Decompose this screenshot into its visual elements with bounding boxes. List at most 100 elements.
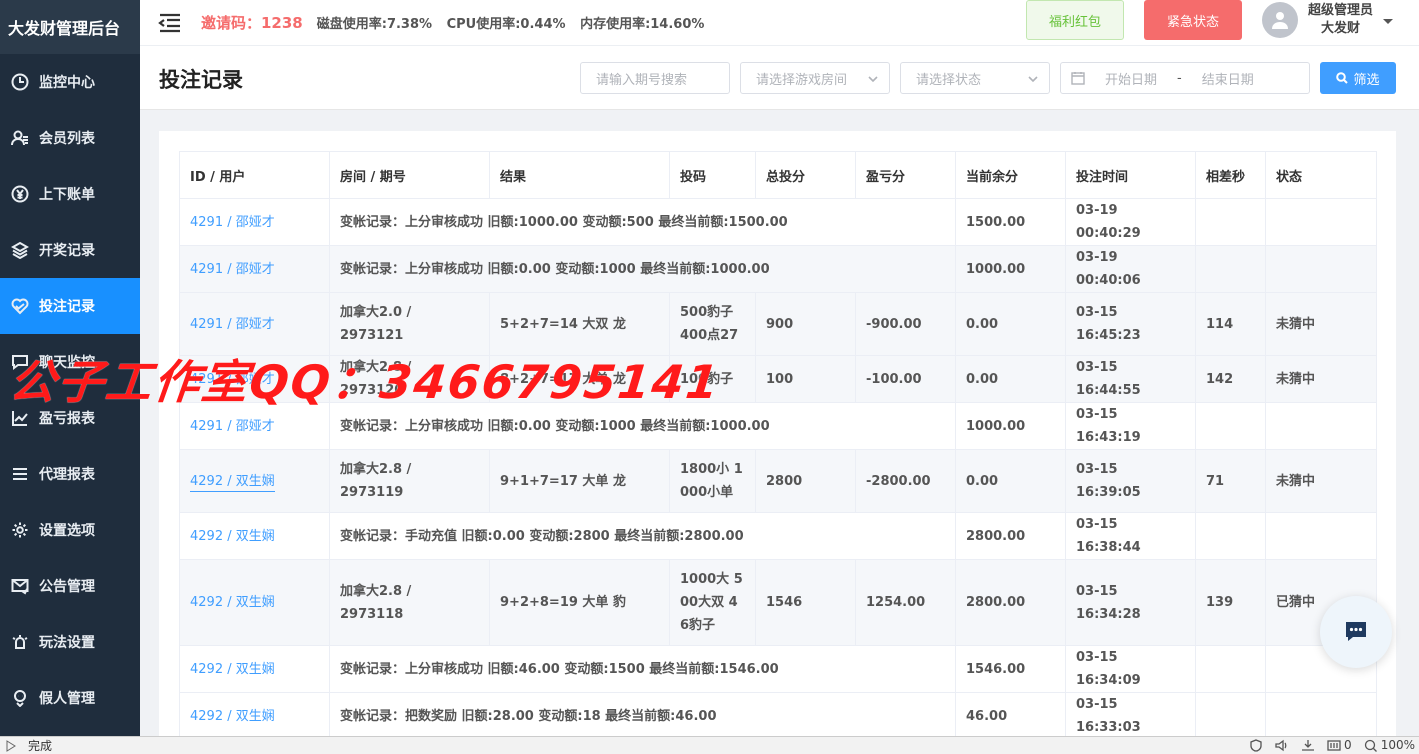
user-cell: 4292 / 双生娴 xyxy=(179,645,330,693)
sidebar-item-4[interactable]: 投注记录 xyxy=(0,278,140,334)
sidebar-item-label: 会员列表 xyxy=(39,131,95,147)
red-packet-button[interactable]: 福利红包 xyxy=(1026,0,1124,40)
yen-icon xyxy=(10,184,30,204)
balance-cell: 0.00 xyxy=(955,292,1066,356)
period-search-input[interactable]: 请输入期号搜索 xyxy=(580,62,730,94)
user-info: 超级管理员 大发财 xyxy=(1308,2,1373,38)
status-select[interactable]: 请选择状态 xyxy=(900,62,1050,94)
zoom-icon xyxy=(1364,739,1377,752)
room-cell: 加拿大2.8 / 2973119 xyxy=(329,449,490,513)
caret-down-icon xyxy=(1383,15,1394,25)
title-bar: 投注记录 请输入期号搜索 请选择游戏房间 请选择状态 开始日期 - 结束日期 筛… xyxy=(140,46,1419,110)
user-link[interactable]: 4292 / 双生娴 xyxy=(190,709,275,724)
user-menu[interactable]: 超级管理员 大发财 xyxy=(1262,0,1394,40)
sidebar-item-7[interactable]: 代理报表 xyxy=(0,446,140,502)
person-icon xyxy=(10,688,30,708)
chevron-down-icon xyxy=(867,73,879,85)
room-cell: 加拿大2.8 / 2973118 xyxy=(329,559,490,646)
cpu-usage: CPU使用率:0.44% xyxy=(446,17,566,32)
bet-time-cell: 03-15 16:45:23 xyxy=(1065,292,1196,356)
table-row: 4292 / 双生娴 加拿大2.8 / 2973119 9+1+7=17 大单 龙1… xyxy=(179,449,1377,513)
end-date-field[interactable]: 结束日期 xyxy=(1202,69,1254,88)
bet-time-cell: 03-15 16:34:09 xyxy=(1065,645,1196,693)
emergency-button[interactable]: 紧急状态 xyxy=(1144,0,1242,40)
balance-cell: 0.00 xyxy=(955,449,1066,513)
user-link[interactable]: 4291 / 邵娅才 xyxy=(190,419,275,434)
balance-cell: 2800.00 xyxy=(955,559,1066,646)
balance-cell: 0.00 xyxy=(955,355,1066,403)
user-link[interactable]: 4291 / 邵娅才 xyxy=(190,317,275,332)
filter-button-label: 筛选 xyxy=(1353,72,1380,88)
date-range-picker[interactable]: 开始日期 - 结束日期 xyxy=(1060,62,1310,94)
browser-status-bar: 完成 0 100% xyxy=(0,736,1419,754)
speaker-icon xyxy=(1275,739,1287,751)
profit-cell: -2800.00 xyxy=(855,449,956,513)
sidebar-item-label: 投注记录 xyxy=(39,299,95,315)
balance-cell: 2800.00 xyxy=(955,512,1066,560)
shield-icon xyxy=(1250,738,1262,752)
bet-time-cell: 03-15 16:33:03 xyxy=(1065,692,1196,736)
menu-toggle-icon[interactable] xyxy=(158,13,182,33)
diff-seconds-cell: 139 xyxy=(1195,559,1266,646)
sidebar-item-10[interactable]: 玩法设置 xyxy=(0,614,140,670)
user-link[interactable]: 4291 / 邵娅才 xyxy=(190,215,275,230)
status-cell: 未猜中 xyxy=(1265,449,1377,513)
sidebar-item-11[interactable]: 假人管理 xyxy=(0,670,140,726)
change-note-cell: 变帐记录：上分审核成功 旧额:1000.00 变动额:500 最终当前额:150… xyxy=(329,198,956,246)
blocked-icon xyxy=(1327,739,1341,751)
sidebar-item-2[interactable]: 上下账单 xyxy=(0,166,140,222)
column-header: 投码 xyxy=(669,151,756,199)
column-header: ID / 用户 xyxy=(179,151,330,199)
chevron-down-icon xyxy=(1027,73,1039,85)
profit-cell: -900.00 xyxy=(855,292,956,356)
column-header: 当前余分 xyxy=(955,151,1066,199)
layers-icon xyxy=(10,240,30,260)
filter-button[interactable]: 筛选 xyxy=(1320,62,1396,94)
user-link[interactable]: 4292 / 双生娴 xyxy=(190,473,275,492)
user-cell: 4292 / 双生娴 xyxy=(179,512,330,560)
sidebar-item-1[interactable]: 会员列表 xyxy=(0,110,140,166)
diff-seconds-cell xyxy=(1195,645,1266,693)
status-cell xyxy=(1265,692,1377,736)
records-card: ID / 用户 房间 / 期号 结果 投码 总投分 盈亏分 当前余分 投注时间 相差秒 状态 42… xyxy=(159,131,1396,736)
system-stats: 磁盘使用率:7.38% CPU使用率:0.44% 内存使用率:14.60% xyxy=(317,13,715,32)
column-header: 投注时间 xyxy=(1065,151,1196,199)
status-cell xyxy=(1265,402,1377,450)
total-bet-cell: 900 xyxy=(755,292,856,356)
gear-icon xyxy=(10,520,30,540)
total-bet-cell: 2800 xyxy=(755,449,856,513)
balance-cell: 1546.00 xyxy=(955,645,1066,693)
sidebar-item-3[interactable]: 开奖记录 xyxy=(0,222,140,278)
user-link[interactable]: 4292 / 双生娴 xyxy=(190,595,275,610)
balance-cell: 1000.00 xyxy=(955,245,1066,293)
user-cell: 4292 / 双生娴 xyxy=(179,692,330,736)
sidebar-item-label: 假人管理 xyxy=(39,691,95,707)
status-cell xyxy=(1265,198,1377,246)
table-row: 4292 / 双生娴 加拿大2.8 / 2973118 9+2+8=19 大单 豹1… xyxy=(179,559,1377,646)
diff-seconds-cell: 114 xyxy=(1195,292,1266,356)
blocked-counter[interactable]: 0 xyxy=(1327,738,1352,752)
bet-code-cell: 1000大 500大双 46豹子 xyxy=(669,559,756,646)
room-select[interactable]: 请选择游戏房间 xyxy=(740,62,890,94)
user-link[interactable]: 4292 / 双生娴 xyxy=(190,662,275,677)
column-header: 总投分 xyxy=(755,151,856,199)
chat-bubble-button[interactable] xyxy=(1320,596,1392,668)
date-separator: - xyxy=(1177,70,1182,86)
status-cell xyxy=(1265,512,1377,560)
clock-icon xyxy=(10,72,30,92)
sidebar-item-label: 设置选项 xyxy=(39,523,95,539)
user-link[interactable]: 4291 / 邵娅才 xyxy=(190,262,275,277)
brand-title: 大发财管理后台 xyxy=(0,0,140,54)
diff-seconds-cell: 71 xyxy=(1195,449,1266,513)
sidebar-item-8[interactable]: 设置选项 xyxy=(0,502,140,558)
zoom-control[interactable]: 100% xyxy=(1364,738,1415,752)
user-link[interactable]: 4292 / 双生娴 xyxy=(190,529,275,544)
sidebar-item-9[interactable]: 公告管理 xyxy=(0,558,140,614)
sidebar-item-0[interactable]: 监控中心 xyxy=(0,54,140,110)
change-note-cell: 变帐记录：上分审核成功 旧额:46.00 变动额:1500 最终当前额:1546… xyxy=(329,645,956,693)
user-cell: 4292 / 双生娴 xyxy=(179,449,330,513)
start-date-field[interactable]: 开始日期 xyxy=(1105,69,1157,88)
status-bar-tools: 0 100% xyxy=(1249,738,1415,752)
diff-seconds-cell: 142 xyxy=(1195,355,1266,403)
table-row: 4292 / 双生娴 变帐记录：上分审核成功 旧额:46.00 变动额:1500 … xyxy=(179,645,1377,693)
